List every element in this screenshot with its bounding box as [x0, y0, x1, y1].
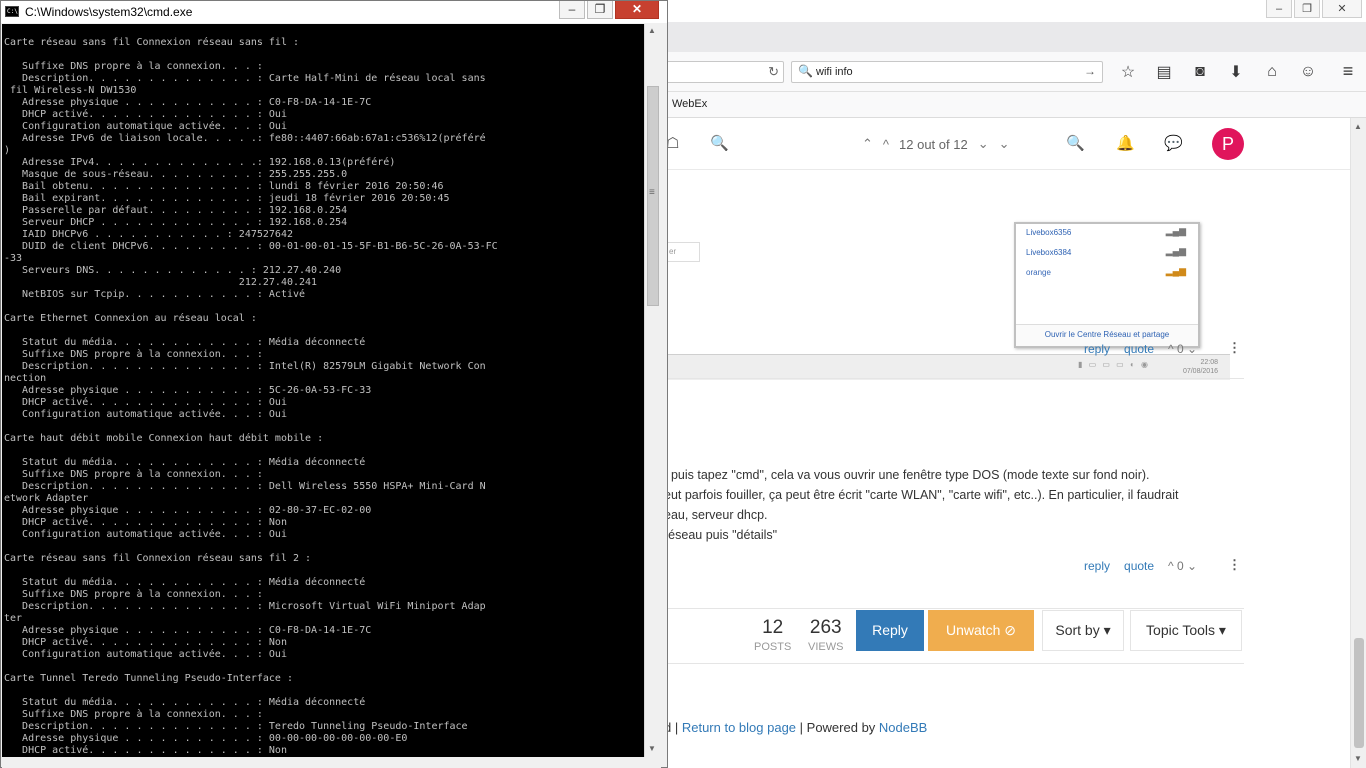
sort-by-button[interactable]: Sort by ▾ — [1042, 610, 1124, 651]
posts-stat: 12 POSTS — [754, 617, 792, 653]
reload-icon[interactable]: ↻ — [768, 64, 779, 80]
quote-link[interactable]: quote — [1124, 559, 1154, 573]
scroll-down-icon[interactable]: ▼ — [1354, 754, 1362, 763]
topic-footer: 12 POSTS 263 VIEWS Reply Unwatch ⊘ Sort … — [664, 608, 1244, 664]
nodebb-link[interactable]: NodeBB — [879, 720, 927, 735]
console-output[interactable]: Carte réseau sans fil Connexion réseau s… — [2, 24, 644, 757]
bookmark-star-icon[interactable]: ☆ — [1116, 61, 1140, 83]
cmd-scrollbar[interactable]: ▲ ▼ — [644, 24, 661, 757]
hamburger-menu-icon[interactable]: ≡ — [1336, 61, 1360, 83]
browser-maximize-button[interactable]: ❐ — [1294, 0, 1320, 18]
post-menu-icon[interactable]: ⋮ — [1228, 557, 1241, 573]
prev-post-icon[interactable]: ^ — [883, 137, 889, 152]
pocket-icon[interactable]: ◙ — [1188, 61, 1212, 83]
cmd-scroll-thumb[interactable] — [647, 86, 659, 306]
home-icon[interactable]: ⌂ — [1260, 61, 1284, 83]
search-icon-right[interactable]: 🔍 — [1066, 134, 1085, 152]
forum-header: ☖ 🔍 ⌃ ^ 12 out of 12 ⌄ ⌄ 🔍 🔔 💬 P — [664, 118, 1350, 170]
bookmark-webex[interactable]: WebEx — [672, 98, 707, 110]
post-actions: reply quote ^ 0 ⌄ — [1084, 342, 1197, 356]
cmd-maximize-button[interactable]: ❐ — [587, 1, 613, 19]
cmd-close-button[interactable]: ✕ — [615, 1, 659, 19]
avatar[interactable]: P — [1212, 128, 1244, 160]
last-post-icon[interactable]: ⌄ — [999, 136, 1010, 152]
reply-button[interactable]: Reply — [856, 610, 924, 651]
search-go-icon[interactable]: → — [1084, 64, 1096, 78]
chat-bubbles-icon[interactable]: ☖ — [666, 134, 679, 152]
wifi-signal-icon: ▂▄▆ — [1165, 246, 1186, 256]
search-bar[interactable]: 🔍 wifi info → — [791, 61, 1103, 83]
browser-window: – ❐ ✕ ↻ 🔍 wifi info → ☆ ▤ ◙ ⬇ ⌂ ☺ ≡ WebE… — [664, 0, 1366, 768]
unwatch-button[interactable]: Unwatch ⊘ — [928, 610, 1034, 651]
first-post-icon[interactable]: ⌃ — [862, 136, 873, 152]
chat-icon[interactable]: ☺ — [1296, 61, 1320, 83]
page-scrollbar[interactable]: ▲ ▼ — [1350, 118, 1366, 768]
return-to-blog-link[interactable]: Return to blog page — [682, 720, 796, 735]
cmd-scroll-up-icon[interactable]: ▲ — [648, 26, 656, 35]
tray-icons: ▮ ▭ ▭ ▭ ◐ ◉ — [1077, 360, 1150, 369]
scroll-up-icon[interactable]: ▲ — [1354, 122, 1362, 131]
cmd-title: C:\Windows\system32\cmd.exe — [25, 5, 193, 19]
reading-list-icon[interactable]: ▤ — [1152, 61, 1176, 83]
wifi-popup: Livebox6356 ▂▄▆ Livebox6384 ▂▄▆ orange ▂… — [1014, 222, 1200, 348]
post-actions: reply quote ^ 0 ⌄ — [1084, 559, 1197, 573]
reply-link[interactable]: reply — [1084, 559, 1110, 573]
screenshot-input: er — [664, 242, 700, 262]
bookmarks-bar: WebEx — [664, 92, 1366, 118]
screenshot-clock: 22:08 07/08/2016 — [1182, 359, 1218, 375]
vote-controls[interactable]: ^ 0 ⌄ — [1168, 559, 1197, 573]
topic-tools-button[interactable]: Topic Tools ▾ — [1130, 610, 1242, 651]
vote-controls[interactable]: ^ 0 ⌄ — [1168, 342, 1197, 356]
quote-link[interactable]: quote — [1124, 342, 1154, 356]
post-menu-icon[interactable]: ⋮ — [1228, 340, 1241, 356]
cmd-minimize-button[interactable]: – — [559, 1, 585, 19]
post-text-line: eau, serveur dhcp. — [664, 508, 768, 522]
post-text-line: réseau puis "détails" — [664, 528, 778, 542]
wifi-screenshot-image: er Livebox6356 ▂▄▆ Livebox6384 ▂▄▆ orang… — [664, 170, 1230, 380]
views-stat: 263 VIEWS — [808, 617, 844, 653]
wifi-network: Livebox6384 — [1026, 248, 1072, 257]
screenshot-taskbar: ▮ ▭ ▭ ▭ ◐ ◉ 22:08 07/08/2016 — [664, 354, 1230, 380]
browser-close-button[interactable]: ✕ — [1322, 0, 1362, 18]
post-divider — [664, 378, 1244, 379]
post-text-line: , puis tapez "cmd", cela va vous ouvrir … — [664, 468, 1150, 482]
cmd-scroll-down-icon[interactable]: ▼ — [648, 744, 656, 753]
wifi-network: Livebox6356 — [1026, 228, 1072, 237]
cmd-window: C:\ C:\Windows\system32\cmd.exe – ❐ ✕ Ca… — [0, 0, 668, 768]
wifi-signal-icon: ▂▄▆ — [1165, 266, 1186, 276]
comment-icon[interactable]: 💬 — [1164, 134, 1183, 152]
post-pager: ⌃ ^ 12 out of 12 ⌄ ⌄ — [862, 136, 1010, 152]
header-search-icon[interactable]: 🔍 — [710, 134, 729, 152]
page-scroll-thumb[interactable] — [1354, 638, 1364, 748]
bell-icon[interactable]: 🔔 — [1116, 134, 1135, 152]
next-post-icon[interactable]: ⌄ — [978, 136, 989, 152]
cmd-app-icon[interactable]: C:\ — [5, 6, 19, 17]
browser-tabstrip — [664, 22, 1366, 52]
downloads-icon[interactable]: ⬇ — [1224, 61, 1248, 83]
console-text: Carte réseau sans fil Connexion réseau s… — [4, 37, 498, 756]
pager-text: 12 out of 12 — [899, 136, 968, 152]
forum-page: ☖ 🔍 ⌃ ^ 12 out of 12 ⌄ ⌄ 🔍 🔔 💬 P er Live… — [664, 118, 1350, 768]
search-icon: 🔍 — [798, 64, 813, 78]
cmd-bottom-bar — [2, 757, 661, 768]
browser-minimize-button[interactable]: – — [1266, 0, 1292, 18]
wifi-network: orange — [1026, 268, 1051, 277]
cmd-titlebar[interactable]: C:\ C:\Windows\system32\cmd.exe – ❐ ✕ — [1, 1, 667, 23]
url-bar[interactable]: ↻ — [664, 61, 784, 83]
browser-toolbar: ☆ ▤ ◙ ⬇ ⌂ ☺ — [1116, 61, 1320, 83]
post-text-line: eut parfois fouiller, ça peut être écrit… — [664, 488, 1179, 502]
footer-links: d | Return to blog page | Powered by Nod… — [664, 720, 928, 735]
browser-titlebar: – ❐ ✕ — [664, 0, 1366, 22]
reply-link[interactable]: reply — [1084, 342, 1110, 356]
search-input[interactable]: wifi info — [816, 66, 853, 78]
wifi-signal-icon: ▂▄▆ — [1165, 226, 1186, 236]
